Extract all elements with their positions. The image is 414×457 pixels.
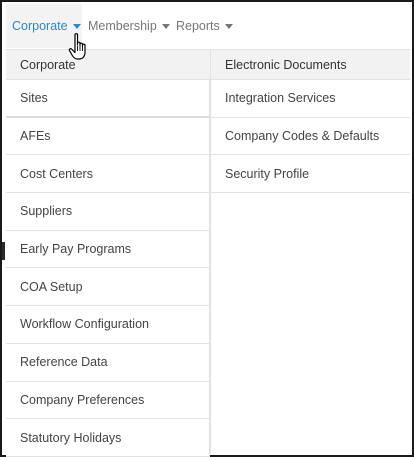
menu-item-statutory-holidays[interactable]: Statutory Holidays [6,419,210,457]
column-divider [210,192,211,454]
nav-reports[interactable]: Reports [170,4,234,48]
nav-membership-label: Membership [88,19,157,33]
dropdown-column-electronic-documents: Electronic Documents Integration Service… [210,50,410,194]
caret-down-icon [72,24,81,29]
menu-item-integration-services[interactable]: Integration Services [210,80,410,118]
top-navigation: Corporate Membership Reports [4,4,410,48]
column-header-corporate: Corporate [6,50,210,80]
menu-item-early-pay-programs[interactable]: Early Pay Programs [6,230,210,269]
caret-down-icon [161,24,170,29]
nav-membership[interactable]: Membership [82,4,170,48]
caret-down-icon [224,24,233,29]
nav-reports-label: Reports [176,19,220,33]
menu-item-afes[interactable]: AFEs [6,117,210,156]
menu-item-security-profile[interactable]: Security Profile [210,155,410,194]
menu-item-reference-data[interactable]: Reference Data [6,343,210,382]
menu-item-company-preferences[interactable]: Company Preferences [6,381,210,420]
menu-item-company-codes-defaults[interactable]: Company Codes & Defaults [210,117,410,156]
menu-item-coa-setup[interactable]: COA Setup [6,268,210,307]
nav-corporate-label: Corporate [12,19,68,33]
menu-item-cost-centers[interactable]: Cost Centers [6,155,210,194]
dropdown-column-corporate: Corporate Sites AFEs Cost Centers Suppli… [6,50,210,457]
column-header-electronic-documents: Electronic Documents [210,50,410,80]
nav-corporate[interactable]: Corporate [6,4,82,48]
menu-item-sites[interactable]: Sites [6,80,210,118]
edge-mark [2,242,5,260]
menu-item-suppliers[interactable]: Suppliers [6,193,210,231]
corporate-dropdown-menu: Corporate Sites AFEs Cost Centers Suppli… [6,49,410,457]
menu-item-workflow-configuration[interactable]: Workflow Configuration [6,306,210,344]
app-frame: Corporate Membership Reports Corporate S… [0,0,414,457]
